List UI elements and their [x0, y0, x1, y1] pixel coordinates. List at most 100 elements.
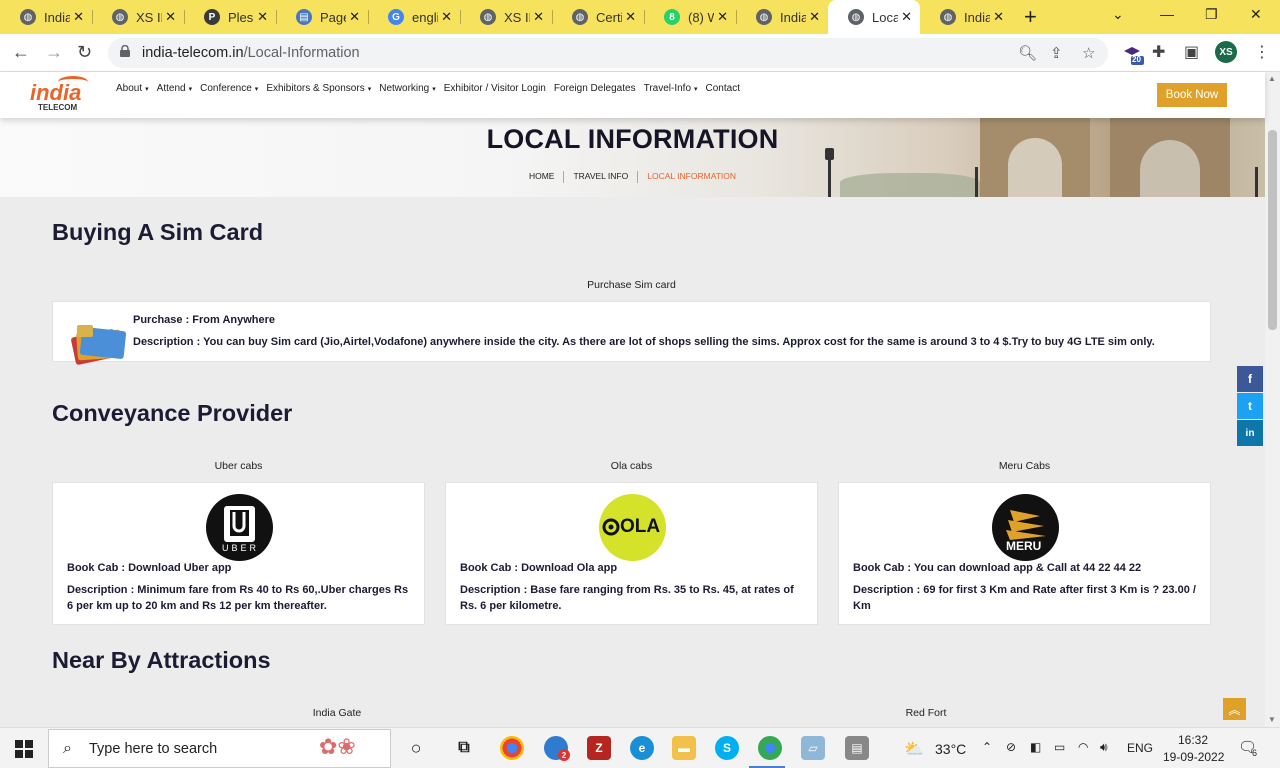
nav-item-contact[interactable]: Contact	[706, 83, 740, 94]
skype-icon[interactable]: S	[715, 736, 739, 760]
minimize-icon[interactable]: —	[1160, 6, 1174, 22]
network-error-icon[interactable]: ⊘	[1006, 740, 1016, 754]
file-explorer-icon[interactable]: ▬	[672, 736, 696, 760]
puzzle-icon[interactable]: ✚	[1152, 42, 1165, 62]
scroll-top-button[interactable]: ︽	[1223, 698, 1246, 720]
edge-icon[interactable]: e	[630, 736, 654, 760]
nav-item-foreign-delegates[interactable]: Foreign Delegates	[554, 83, 636, 94]
sidebar-icon[interactable]: ▣	[1184, 42, 1199, 62]
tab-label: Certi	[596, 9, 622, 25]
browser-tab[interactable]: P Plesk✕	[184, 0, 276, 34]
tab-label: (8) W	[688, 9, 714, 25]
india-telecom-logo[interactable]: india TELECOM	[30, 76, 98, 114]
share-icon[interactable]: ⇪	[1050, 44, 1063, 62]
tab-close-icon[interactable]: ✕	[809, 9, 820, 25]
browser-tab[interactable]: ◍ Certi ✕	[552, 0, 644, 34]
forward-icon[interactable]: →	[45, 42, 63, 63]
sim-heading: Buying A Sim Card	[52, 219, 264, 245]
nav-item-attend[interactable]: Attend ▾	[157, 83, 192, 94]
tab-label: India	[44, 9, 70, 25]
browser-tab[interactable]: ◍ India ✕	[736, 0, 828, 34]
windows-start-icon[interactable]	[15, 740, 33, 763]
flower-decoration-icon: ✿❀	[319, 734, 356, 759]
breadcrumb-home[interactable]: HOME	[529, 171, 555, 181]
ola-logo-icon: OLA	[599, 494, 666, 561]
language-indicator[interactable]: ENG	[1127, 741, 1153, 755]
nav-item-networking[interactable]: Networking ▾	[379, 83, 436, 94]
clock-time[interactable]: 16:32	[1178, 733, 1208, 747]
browser-tab[interactable]: 8 (8) W ✕	[644, 0, 736, 34]
nav-item-travel-info[interactable]: Travel-Info ▾	[644, 83, 698, 94]
new-tab-button[interactable]: +	[1024, 4, 1037, 30]
breadcrumb-travel-info[interactable]: TRAVEL INFO	[573, 171, 628, 181]
nav-item-conference[interactable]: Conference ▾	[200, 83, 258, 94]
wifi-icon[interactable]: ◠	[1078, 740, 1088, 754]
ola-description: Description : Base fare ranging from Rs.…	[460, 584, 794, 612]
browser-tab[interactable]: Gengli ✕	[368, 0, 460, 34]
tray-chevron-icon[interactable]: ⌃	[982, 740, 992, 754]
browser-tab[interactable]: ◍ India ✕	[0, 0, 92, 34]
sim-card-icon	[71, 325, 127, 365]
nav-item-exhibitors-sponsors[interactable]: Exhibitors & Sponsors ▾	[266, 83, 371, 94]
notepad-icon[interactable]: ▤	[845, 736, 869, 760]
browser-tab[interactable]: ◍ Local✕	[828, 0, 920, 34]
browser-tab[interactable]: ◍ XS IN✕	[92, 0, 184, 34]
clock-date[interactable]: 19-09-2022	[1163, 750, 1224, 764]
tab-close-icon[interactable]: ✕	[441, 9, 452, 25]
restore-icon[interactable]: ❐	[1205, 6, 1218, 23]
tab-label: Local	[872, 9, 898, 25]
back-icon[interactable]: ←	[12, 42, 30, 63]
cortana-icon[interactable]: ○	[404, 736, 428, 760]
browser-tab[interactable]: ◍ India ✕	[920, 0, 1012, 34]
browser-taskbar-icon[interactable]: 2	[544, 736, 570, 761]
filezilla-icon[interactable]: Z	[587, 736, 611, 760]
browser-tab[interactable]: ▤ Page✕	[276, 0, 368, 34]
tab-close-icon[interactable]: ✕	[73, 9, 84, 25]
battery-icon[interactable]: ▭	[1054, 740, 1065, 754]
reload-icon[interactable]: ↻	[77, 42, 92, 63]
task-view-icon[interactable]: ⧉	[452, 736, 476, 760]
tab-close-icon[interactable]: ✕	[349, 9, 360, 25]
ola-book: Book Cab : Download Ola app	[460, 562, 618, 574]
tab-label: India	[964, 9, 990, 25]
tab-search-icon[interactable]: ⌄	[1112, 6, 1124, 23]
linkedin-share-icon[interactable]: in	[1237, 420, 1263, 446]
menu-dots-icon[interactable]: ⋮	[1254, 42, 1270, 62]
volume-icon[interactable]: 🔊︎	[1100, 740, 1108, 755]
profile-avatar[interactable]: XS	[1215, 41, 1237, 63]
meru-description: Description : 69 for first 3 Km and Rate…	[853, 584, 1196, 612]
extension-icon[interactable]: 20	[1122, 43, 1144, 70]
lock-icon	[120, 45, 130, 57]
book-now-button[interactable]: Book Now	[1157, 83, 1227, 107]
url-bar[interactable]: india-telecom.in/Local-Information 🔍︎ ⇪ …	[108, 38, 1108, 68]
tray-app-icon[interactable]: ◧	[1030, 740, 1041, 754]
scrollbar-thumb[interactable]	[1268, 130, 1277, 330]
bookmark-star-icon[interactable]: ☆	[1082, 44, 1095, 62]
taskbar-search[interactable]: ⌕ Type here to search ✿❀	[48, 729, 391, 768]
weather-temp[interactable]: 33°C	[935, 741, 966, 757]
chrome-profile-icon[interactable]	[758, 736, 782, 760]
tab-close-icon[interactable]: ✕	[993, 9, 1004, 25]
page-scrollbar[interactable]: ▲ ▼	[1265, 72, 1280, 727]
tab-close-icon[interactable]: ✕	[257, 9, 268, 25]
uber-caption: Uber cabs	[214, 460, 263, 472]
zoom-icon[interactable]: 🔍︎	[1018, 44, 1037, 62]
tab-label: XS IN	[504, 9, 530, 25]
uber-book: Book Cab : Download Uber app	[67, 562, 232, 574]
tab-close-icon[interactable]: ✕	[165, 9, 176, 25]
close-window-icon[interactable]: ✕	[1250, 6, 1262, 23]
uber-description: Description : Minimum fare from Rs 40 to…	[67, 584, 409, 612]
nav-item-exhibitor-visitor-login[interactable]: Exhibitor / Visitor Login	[444, 83, 546, 94]
weather-icon[interactable]: ⛅	[904, 739, 924, 759]
tab-close-icon[interactable]: ✕	[533, 9, 544, 25]
twitter-share-icon[interactable]: t	[1237, 393, 1263, 419]
chrome-taskbar-icon[interactable]	[500, 736, 524, 760]
tab-close-icon[interactable]: ✕	[717, 9, 728, 25]
nav-item-about[interactable]: About ▾	[116, 83, 149, 94]
app-icon[interactable]: ▱	[801, 736, 825, 760]
browser-tab[interactable]: ◍ XS IN✕	[460, 0, 552, 34]
tab-favicon-icon: ◍	[572, 9, 588, 25]
tab-close-icon[interactable]: ✕	[901, 9, 912, 25]
tab-close-icon[interactable]: ✕	[625, 9, 636, 25]
facebook-share-icon[interactable]: f	[1237, 366, 1263, 392]
